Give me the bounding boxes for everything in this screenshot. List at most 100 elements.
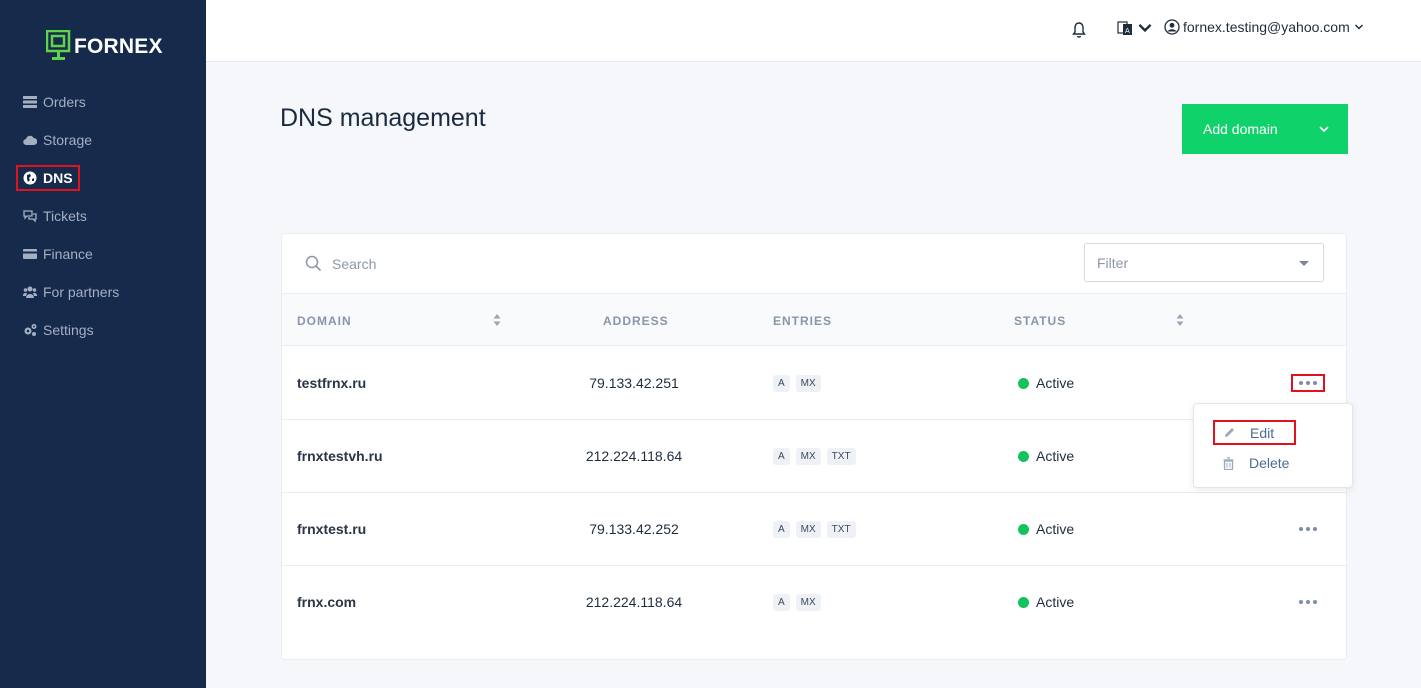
sort-icon[interactable]: [1176, 313, 1184, 327]
table-row: frnxtest.ru 79.133.42.252 A MX TXT Activ…: [282, 493, 1346, 566]
more-dots-icon: [1299, 527, 1303, 531]
row-actions-button[interactable]: [1291, 520, 1325, 538]
status-badge: Active: [1018, 594, 1074, 610]
column-header-entries: ENTRIES: [773, 314, 833, 328]
sidebar-item-label: Storage: [43, 132, 93, 148]
status-badge: Active: [1018, 448, 1074, 464]
add-domain-button[interactable]: Add domain: [1182, 104, 1348, 154]
sidebar-item-label: For partners: [43, 284, 120, 300]
edit-menu-item[interactable]: Edit: [1213, 420, 1296, 445]
page-title: DNS management: [280, 104, 486, 132]
sidebar-nav: Orders Storage DNS Tickets Finance For p…: [0, 83, 206, 349]
sidebar-item-orders[interactable]: Orders: [0, 83, 206, 121]
sidebar: FORNEX Orders Storage DNS Tickets Financ…: [0, 0, 206, 688]
fornex-logo[interactable]: FORNEX: [46, 30, 163, 62]
language-switcher[interactable]: A: [1117, 20, 1153, 36]
entry-tag: A: [773, 375, 790, 392]
sidebar-item-storage[interactable]: Storage: [0, 121, 206, 159]
search-row: Filter: [282, 234, 1346, 294]
domain-address: 212.224.118.64: [585, 448, 683, 464]
row-context-menu: Edit Delete: [1193, 403, 1353, 488]
entry-tag: MX: [795, 521, 821, 538]
sidebar-item-label: Orders: [43, 94, 86, 110]
filter-placeholder: Filter: [1097, 255, 1129, 271]
orders-icon: [22, 94, 38, 110]
fornex-logo-icon: [46, 30, 71, 60]
bell-icon[interactable]: [1071, 21, 1087, 39]
svg-text:A: A: [1125, 27, 1130, 35]
sidebar-item-dns[interactable]: DNS: [0, 159, 206, 197]
entry-tag: TXT: [826, 448, 856, 465]
sidebar-item-settings[interactable]: Settings: [0, 311, 206, 349]
status-dot: [1018, 377, 1029, 389]
filter-select[interactable]: Filter: [1084, 243, 1324, 282]
trash-icon: [1223, 456, 1234, 470]
table-row: frnxtestvh.ru 212.224.118.64 A MX TXT Ac…: [282, 420, 1346, 493]
domain-address: 79.133.42.252: [589, 521, 679, 537]
chevron-down-icon: [1354, 24, 1363, 30]
active-highlight-box: [16, 165, 80, 191]
entry-tag: A: [773, 594, 790, 611]
column-header-domain[interactable]: DOMAIN: [297, 314, 352, 328]
entries-list: A MX TXT: [773, 448, 856, 465]
domains-card: Filter DOMAIN ADDRESS ENTRIES STATUS tes…: [281, 233, 1347, 660]
status-dot: [1018, 596, 1029, 608]
entry-tag: A: [773, 448, 790, 465]
sidebar-item-label: Tickets: [43, 208, 87, 224]
brand-name: FORNEX: [74, 34, 163, 58]
user-email: fornex.testing@yahoo.com: [1183, 19, 1350, 35]
sidebar-item-for-partners[interactable]: For partners: [0, 273, 206, 311]
search-input[interactable]: [332, 251, 932, 277]
pencil-icon: [1225, 428, 1234, 437]
sidebar-item-finance[interactable]: Finance: [0, 235, 206, 273]
user-icon: [1164, 19, 1180, 35]
status-dot: [1018, 523, 1029, 535]
row-actions-button[interactable]: [1291, 374, 1325, 392]
entry-tag: MX: [795, 375, 821, 392]
more-dots-icon: [1299, 600, 1303, 604]
delete-menu-item[interactable]: Delete: [1222, 455, 1289, 471]
language-icon: A: [1117, 21, 1132, 35]
sidebar-item-tickets[interactable]: Tickets: [0, 197, 206, 235]
status-badge: Active: [1018, 375, 1074, 391]
domain-name[interactable]: frnxtest.ru: [297, 521, 366, 537]
entry-tag: A: [773, 521, 790, 538]
table-row: testfrnx.ru 79.133.42.251 A MX Active: [282, 347, 1346, 420]
domain-name[interactable]: testfrnx.ru: [297, 375, 366, 391]
users-icon: [22, 284, 38, 300]
chat-icon: [22, 208, 38, 224]
status-text: Active: [1036, 594, 1075, 610]
domain-name[interactable]: frnxtestvh.ru: [297, 448, 383, 464]
chevron-down-icon: [1138, 23, 1152, 33]
status-badge: Active: [1018, 521, 1074, 537]
status-dot: [1018, 450, 1029, 462]
user-menu[interactable]: fornex.testing@yahoo.com: [1164, 19, 1364, 35]
domain-name[interactable]: frnx.com: [297, 594, 356, 610]
entry-tag: TXT: [826, 521, 856, 538]
cloud-icon: [22, 132, 38, 148]
search-icon: [305, 255, 322, 272]
delete-label: Delete: [1249, 455, 1290, 471]
status-text: Active: [1036, 375, 1075, 391]
caret-down-icon: [1299, 261, 1309, 266]
edit-label: Edit: [1250, 424, 1275, 441]
table-row: frnx.com 212.224.118.64 A MX Active: [282, 566, 1346, 639]
top-bar: A fornex.testing@yahoo.com: [206, 0, 1421, 62]
entry-tag: MX: [795, 594, 821, 611]
entry-tag: MX: [795, 448, 821, 465]
card-icon: [22, 246, 38, 262]
add-domain-label: Add domain: [1203, 121, 1278, 137]
status-text: Active: [1036, 521, 1075, 537]
sidebar-item-label: Finance: [43, 246, 93, 262]
column-header-address: ADDRESS: [603, 314, 669, 328]
entries-list: A MX: [773, 375, 821, 392]
chevron-down-icon[interactable]: [1318, 123, 1330, 135]
more-dots-icon: [1299, 381, 1303, 385]
column-header-status[interactable]: STATUS: [1014, 314, 1066, 328]
entries-list: A MX: [773, 594, 821, 611]
row-actions-button[interactable]: [1291, 593, 1325, 611]
domain-address: 79.133.42.251: [589, 375, 679, 391]
status-text: Active: [1036, 448, 1075, 464]
sort-icon[interactable]: [493, 313, 501, 327]
domain-address: 212.224.118.64: [585, 594, 683, 610]
